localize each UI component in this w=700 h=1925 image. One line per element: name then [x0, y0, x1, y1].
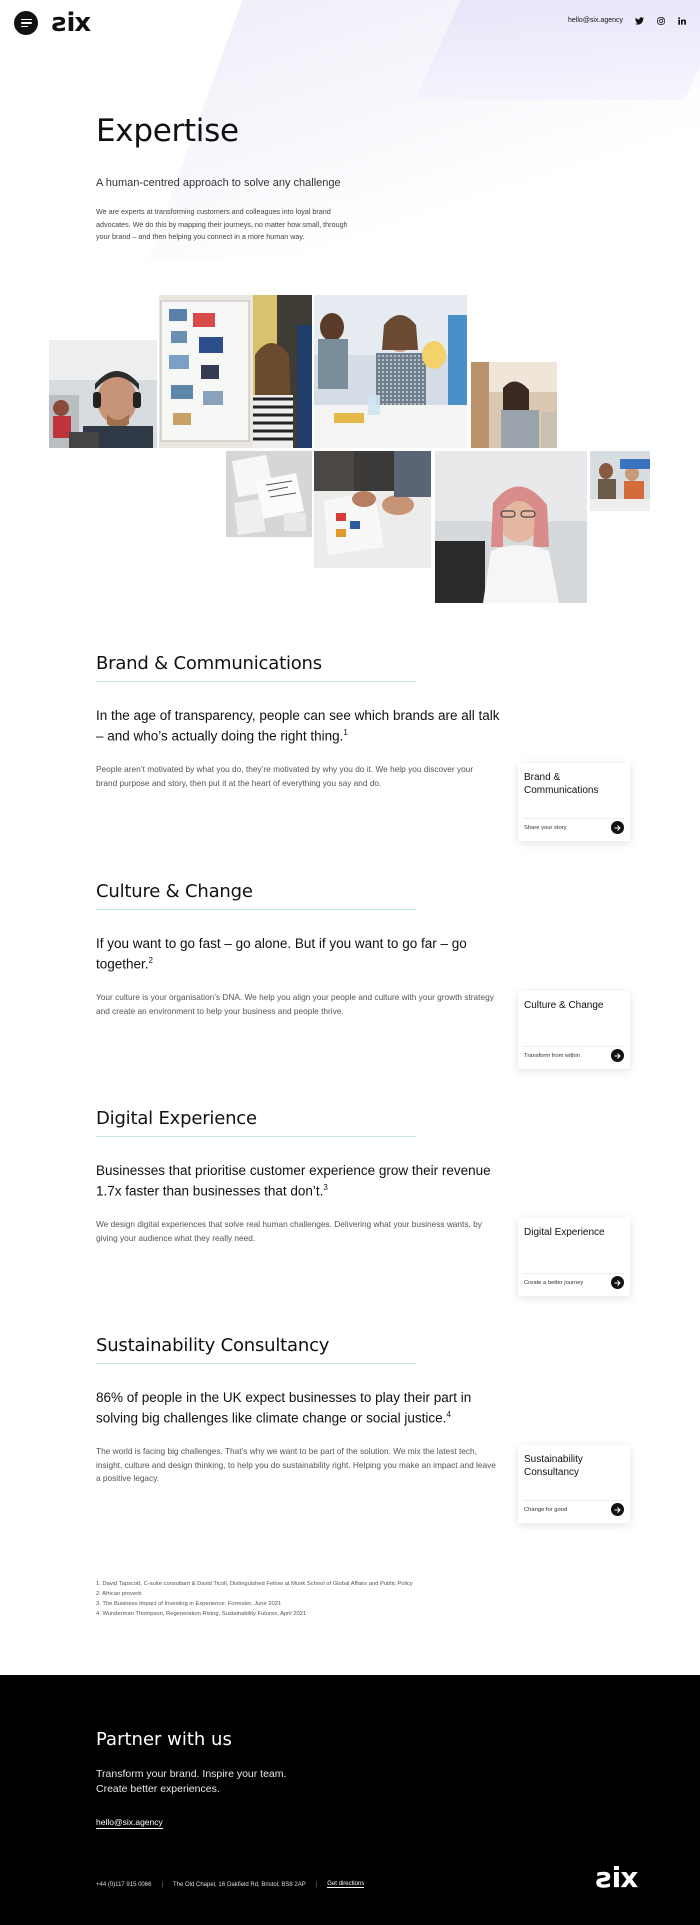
- service-card[interactable]: Digital Experience Create a better journ…: [518, 1218, 630, 1296]
- photo-workshop-group: [590, 451, 650, 511]
- section-title: Brand & Communications: [96, 653, 416, 682]
- service-card[interactable]: Brand & Communications Share your story: [518, 763, 630, 841]
- footnote-item: 2. African proverb: [96, 1591, 142, 1597]
- footnotes: 1. David Tapscott, C-suite consultant & …: [96, 1579, 413, 1619]
- card-cta-label: Create a better journey: [524, 1279, 584, 1286]
- instagram-icon[interactable]: [656, 16, 665, 25]
- section-body: The world is facing big challenges. That…: [96, 1446, 496, 1483]
- card-title: Digital Experience: [524, 1227, 605, 1238]
- photo-paperwork: [226, 451, 312, 537]
- footer-separator: |: [161, 1881, 163, 1888]
- footer-title: Partner with us: [96, 1729, 232, 1750]
- footnote-ref[interactable]: 4: [446, 1410, 450, 1419]
- card-cta[interactable]: Change for good: [524, 1500, 624, 1516]
- section-body: People aren’t motivated by what you do, …: [96, 764, 474, 788]
- card-title: Brand & Communications: [524, 772, 599, 796]
- footnote-ref[interactable]: 2: [149, 956, 153, 965]
- photo-whiteboard-session: [159, 295, 312, 448]
- section-title: Sustainability Consultancy: [96, 1335, 416, 1364]
- footnote-item: 4. Wunderman Thompson, Regeneration Risi…: [96, 1611, 307, 1617]
- card-title: Sustainability Consultancy: [524, 1454, 583, 1478]
- photo-headset-worker: [49, 340, 157, 448]
- footnote-item: 3. The Business Impact of Investing in E…: [96, 1601, 282, 1607]
- service-card[interactable]: Sustainability Consultancy Change for go…: [518, 1445, 630, 1523]
- section-culture-change: Culture & Change If you want to go fast …: [96, 881, 636, 1081]
- section-quote: 86% of people in the UK expect businesse…: [96, 1390, 472, 1426]
- section-brand-communications: Brand & Communications In the age of tra…: [96, 653, 636, 853]
- photo-team-meeting: [314, 295, 467, 448]
- arrow-right-icon[interactable]: [611, 821, 624, 834]
- card-title: Culture & Change: [524, 1000, 604, 1011]
- photo-woman-listening: [471, 362, 557, 448]
- footer-tagline-line: Create better experiences.: [96, 1782, 220, 1795]
- footnote-ref[interactable]: 3: [323, 1183, 327, 1192]
- footer-email-link[interactable]: hello@six.agency: [96, 1817, 163, 1829]
- card-cta[interactable]: Share your story: [524, 818, 624, 834]
- section-digital-experience: Digital Experience Businesses that prior…: [96, 1108, 636, 1308]
- section-body: Your culture is your organisation’s DNA.…: [96, 992, 494, 1016]
- arrow-right-icon[interactable]: [611, 1049, 624, 1062]
- get-directions-link[interactable]: Get directions: [327, 1881, 365, 1888]
- card-cta-label: Transform from within: [524, 1052, 580, 1059]
- section-quote: Businesses that prioritise customer expe…: [96, 1163, 491, 1199]
- card-cta-label: Change for good: [524, 1506, 568, 1513]
- site-header: six hello@six.agency: [0, 0, 700, 46]
- footer-address: The Old Chapel, 16 Oakfield Rd, Bristol,…: [173, 1881, 306, 1888]
- footer-phone[interactable]: +44 (0)117 915 0066: [96, 1882, 151, 1888]
- header-email-link[interactable]: hello@six.agency: [568, 17, 623, 24]
- intro-text: We are experts at transforming customers…: [96, 207, 348, 241]
- photo-collaborative-work: [314, 451, 431, 568]
- footer-logo[interactable]: six: [596, 1861, 638, 1894]
- section-body: We design digital experiences that solve…: [96, 1219, 482, 1243]
- menu-icon[interactable]: [14, 11, 38, 35]
- photo-smiling-colleague: [435, 451, 587, 603]
- section-quote: If you want to go fast – go alone. But i…: [96, 936, 467, 972]
- site-logo[interactable]: six: [52, 8, 91, 38]
- footnote-ref[interactable]: 1: [343, 728, 347, 737]
- service-card[interactable]: Culture & Change Transform from within: [518, 991, 630, 1069]
- footer-tagline: Transform your brand. Inspire your team.…: [96, 1767, 356, 1796]
- card-cta[interactable]: Create a better journey: [524, 1273, 624, 1289]
- linkedin-icon[interactable]: [677, 16, 686, 25]
- section-quote: In the age of transparency, people can s…: [96, 708, 500, 744]
- footer-contact-bar: +44 (0)117 915 0066 | The Old Chapel, 16…: [96, 1881, 365, 1888]
- twitter-icon[interactable]: [635, 16, 644, 25]
- section-sustainability-consultancy: Sustainability Consultancy 86% of people…: [96, 1335, 636, 1545]
- arrow-right-icon[interactable]: [611, 1276, 624, 1289]
- card-cta[interactable]: Transform from within: [524, 1046, 624, 1062]
- section-title: Culture & Change: [96, 881, 416, 910]
- header-contact: hello@six.agency: [568, 16, 686, 25]
- card-cta-label: Share your story: [524, 824, 567, 831]
- footer-tagline-line: Transform your brand. Inspire your team.: [96, 1768, 287, 1780]
- arrow-right-icon[interactable]: [611, 1503, 624, 1516]
- footnote-item: 1. David Tapscott, C-suite consultant & …: [96, 1581, 413, 1587]
- page-title: Expertise: [96, 113, 239, 149]
- page: six hello@six.agency Expertise A human-c…: [0, 0, 700, 1925]
- site-footer: Partner with us Transform your brand. In…: [0, 1675, 700, 1925]
- footer-separator: |: [315, 1881, 318, 1888]
- page-subtitle: A human-centred approach to solve any ch…: [96, 177, 341, 189]
- section-title: Digital Experience: [96, 1108, 416, 1137]
